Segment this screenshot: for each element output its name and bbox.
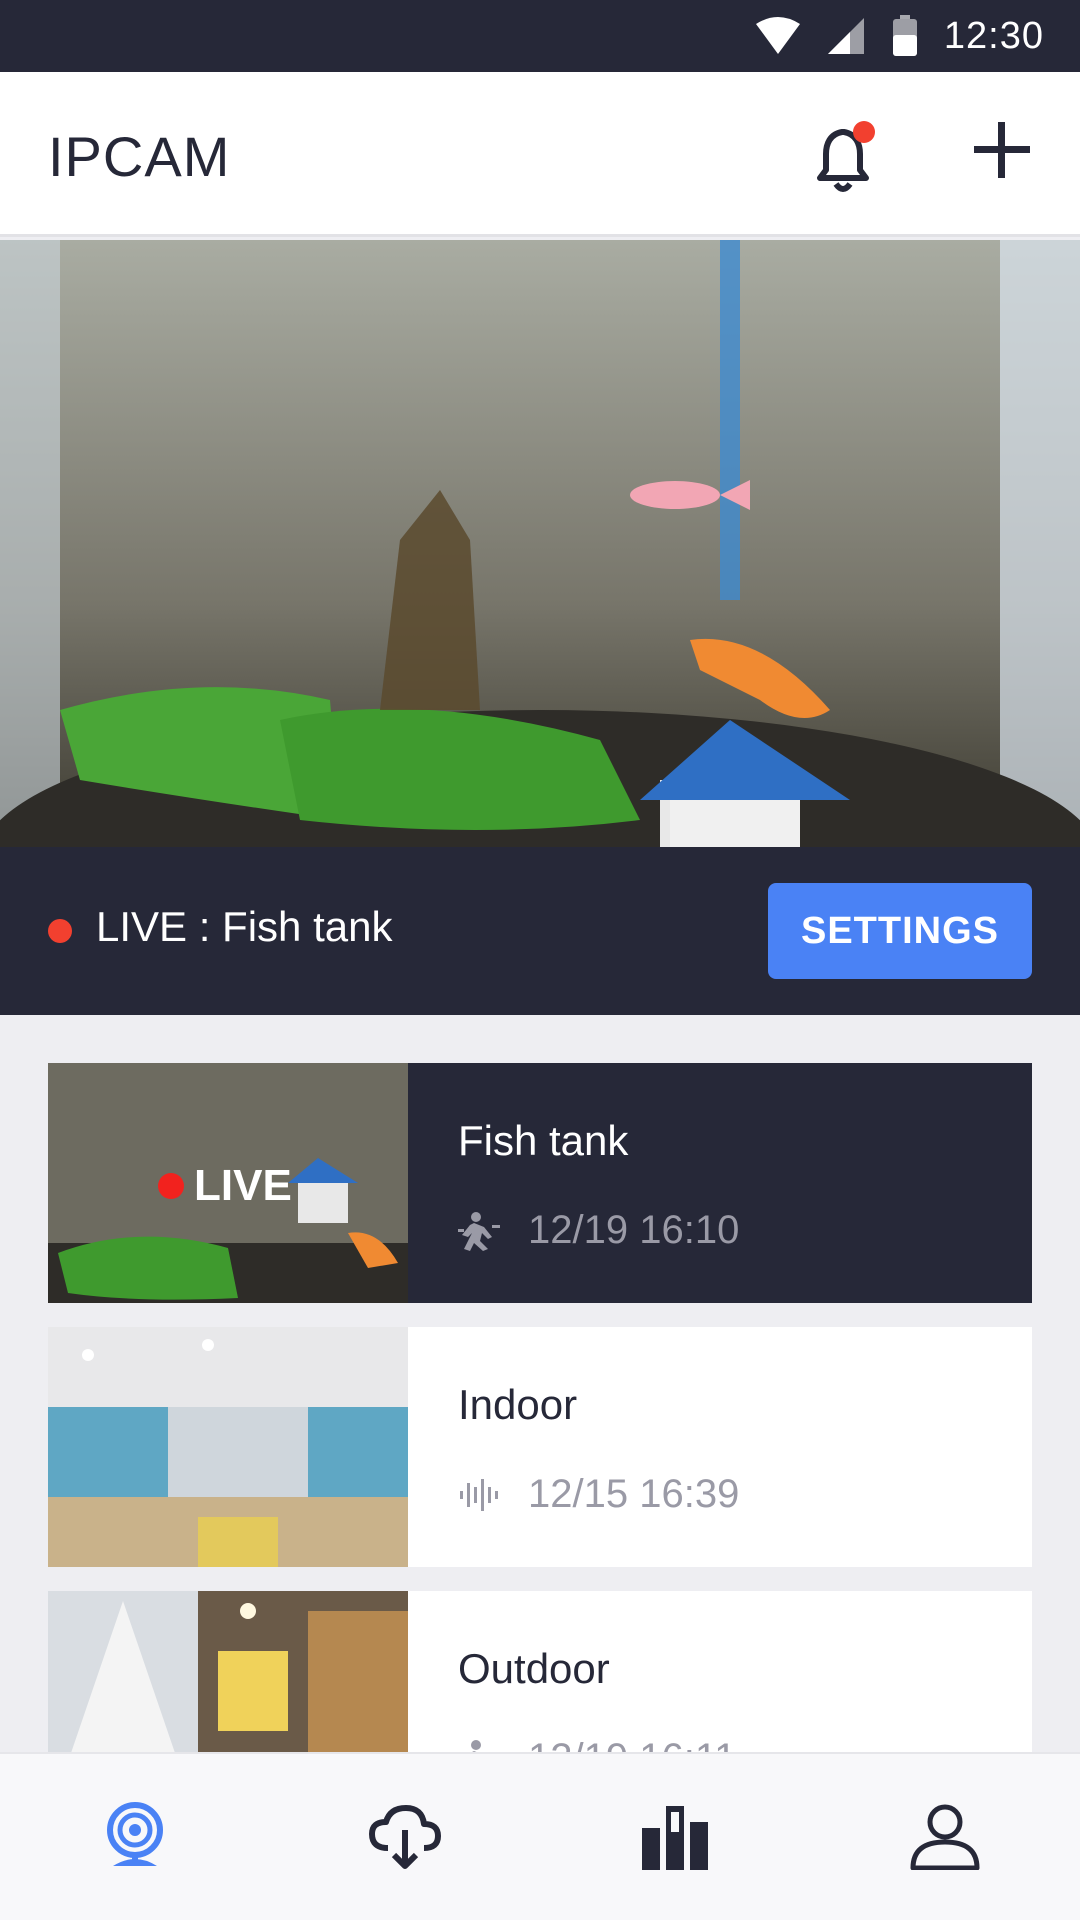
camera-event-time: 12/15 16:39 xyxy=(528,1472,740,1516)
notification-badge xyxy=(853,121,875,143)
live-badge-dot xyxy=(158,1173,184,1199)
battery-icon xyxy=(892,15,917,56)
camera-name: Outdoor xyxy=(458,1645,610,1692)
add-camera-icon[interactable] xyxy=(970,118,1034,182)
camera-thumbnail xyxy=(48,1327,408,1567)
camera-card-fish-tank[interactable]: LIVE Fish tank 12/19 16:10 xyxy=(48,1063,1032,1303)
wifi-icon xyxy=(755,17,800,54)
live-camera-label: LIVE : Fish tank xyxy=(96,903,393,950)
notification-bell-icon[interactable] xyxy=(810,118,880,198)
settings-button[interactable]: SETTINGS xyxy=(768,883,1032,979)
status-bar: 12:30 xyxy=(0,0,1080,72)
camera-event-time: 12/19 16:10 xyxy=(528,1208,740,1252)
motion-icon xyxy=(458,1212,500,1251)
camera-list: LIVE Fish tank 12/19 16:10 Indoor 12/15 … xyxy=(48,1063,1032,1855)
live-status-bar: LIVE : Fish tank SETTINGS xyxy=(0,847,1080,1015)
app-title: IPCAM xyxy=(48,125,231,188)
cloud-download-icon xyxy=(369,1805,441,1869)
profile-icon xyxy=(910,1804,980,1870)
cell-signal-icon xyxy=(827,18,864,54)
nav-profile[interactable] xyxy=(900,1792,990,1882)
nav-cameras[interactable] xyxy=(90,1792,180,1882)
live-indicator-dot xyxy=(48,919,72,943)
bottom-navigation xyxy=(0,1752,1080,1920)
stats-icon xyxy=(642,1806,708,1870)
camera-thumbnail: LIVE xyxy=(48,1063,408,1303)
sound-icon xyxy=(460,1479,498,1511)
live-badge: LIVE xyxy=(158,1161,292,1211)
nav-stats[interactable] xyxy=(630,1792,720,1882)
live-video-view[interactable] xyxy=(0,240,1080,847)
camera-name: Indoor xyxy=(458,1381,578,1428)
fish-tank-video-frame xyxy=(0,240,1080,847)
camera-icon xyxy=(107,1802,163,1866)
live-badge-label: LIVE xyxy=(194,1161,292,1210)
camera-name: Fish tank xyxy=(458,1117,629,1164)
camera-card-indoor[interactable]: Indoor 12/15 16:39 xyxy=(48,1327,1032,1567)
app-bar: IPCAM xyxy=(0,72,1080,237)
clock: 12:30 xyxy=(943,14,1044,57)
nav-downloads[interactable] xyxy=(360,1792,450,1882)
